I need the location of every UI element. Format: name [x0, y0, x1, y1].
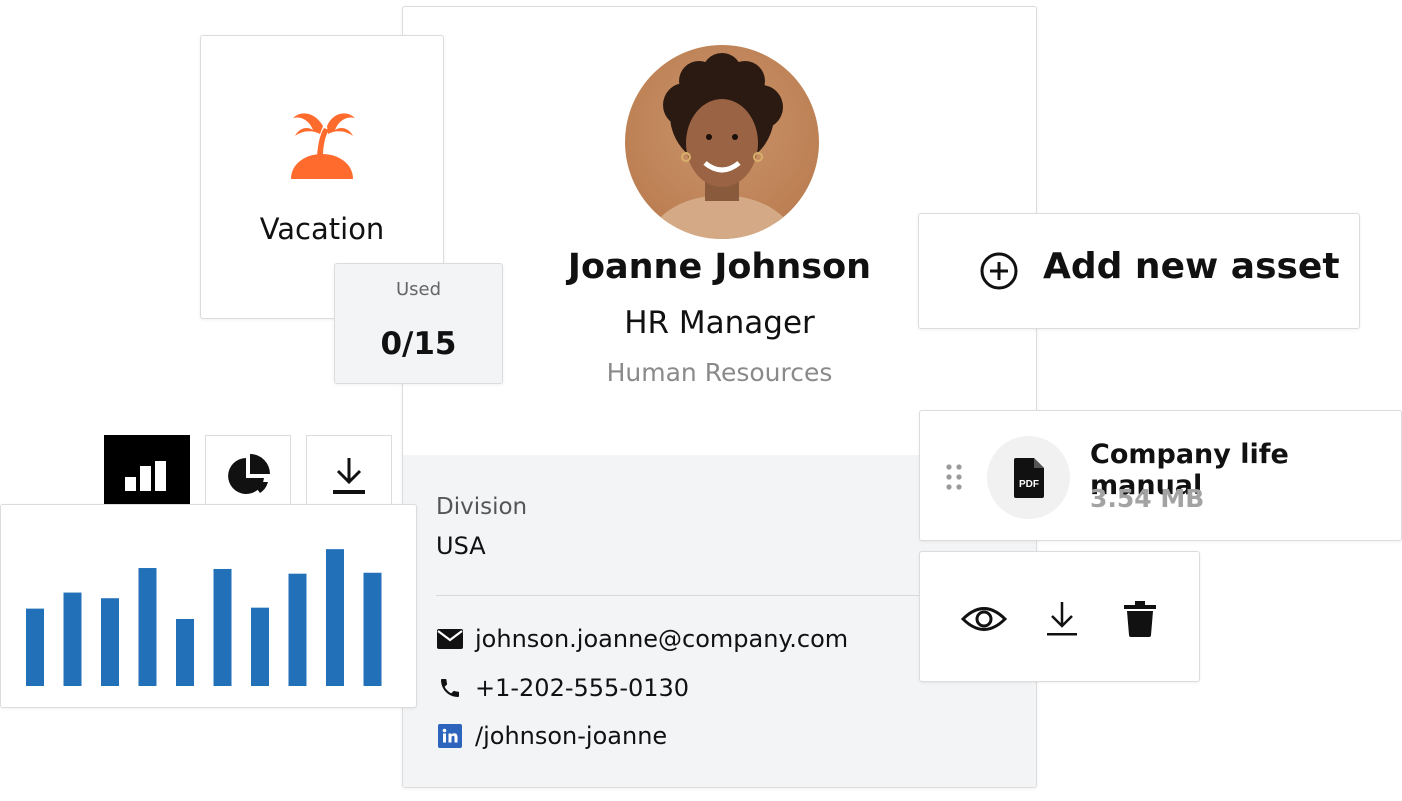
drag-handle-icon[interactable]: [946, 464, 962, 494]
pie-chart-icon: [226, 453, 270, 502]
linkedin-icon: [436, 723, 463, 750]
download-icon[interactable]: [1039, 596, 1085, 642]
divider: [436, 595, 966, 596]
division-value: USA: [436, 532, 486, 560]
used-badge: Used 0/15: [334, 263, 503, 384]
bar-10: [363, 572, 382, 686]
bar-8: [288, 573, 307, 686]
email-text[interactable]: johnson.joanne@company.com: [475, 625, 848, 653]
bar-5: [176, 618, 194, 686]
download-icon: [331, 456, 367, 500]
contact-phone[interactable]: +1-202-555-0130: [436, 674, 689, 702]
add-asset-button[interactable]: Add new asset: [918, 213, 1360, 329]
bar-6: [213, 568, 232, 686]
bar-4: [138, 568, 157, 686]
file-size: 3.54 MB: [1090, 484, 1205, 513]
avatar: [625, 45, 819, 239]
bar-2: [63, 592, 82, 686]
bar-3: [101, 598, 119, 686]
phone-icon: [436, 675, 463, 702]
file-item[interactable]: PDF Company life manual 3.54 MB: [919, 410, 1402, 541]
bar-chart-svg: [26, 549, 382, 686]
add-asset-label: Add new asset: [1043, 246, 1340, 287]
pdf-file-icon: PDF: [987, 436, 1070, 519]
contact-email[interactable]: johnson.joanne@company.com: [436, 625, 848, 653]
trash-icon[interactable]: [1117, 596, 1163, 642]
bar-chart: [0, 504, 417, 708]
pdf-label: PDF: [1019, 479, 1039, 490]
contact-linkedin[interactable]: /johnson-joanne: [436, 722, 667, 750]
phone-text[interactable]: +1-202-555-0130: [475, 674, 689, 702]
bar-7: [251, 607, 269, 686]
bar-chart-icon: [125, 460, 169, 495]
eye-icon[interactable]: [961, 596, 1007, 642]
linkedin-text[interactable]: /johnson-joanne: [475, 722, 667, 750]
plus-circle-icon: [979, 251, 1019, 295]
used-value: 0/15: [380, 326, 457, 362]
file-actions: [919, 551, 1200, 682]
used-label: Used: [395, 279, 442, 300]
mail-icon: [436, 626, 463, 653]
bar-9: [326, 549, 344, 686]
palm-tree-icon: [287, 106, 357, 185]
vacation-label: Vacation: [259, 212, 385, 246]
bar-1: [26, 608, 44, 686]
division-label: Division: [436, 494, 528, 520]
